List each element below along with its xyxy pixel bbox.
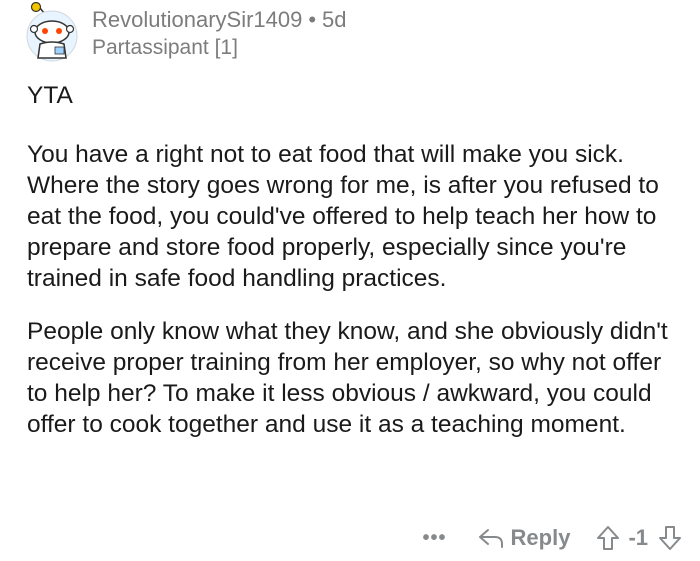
comment-age: 5d [322,7,347,32]
author-line: RevolutionarySir1409 • 5d [92,6,347,34]
vote-controls: -1 [596,525,682,551]
vote-score: -1 [628,525,648,550]
reply-arrow-icon [478,529,503,548]
snoo-avatar-icon [26,1,78,62]
comment-actions: ••• Reply -1 [423,520,683,556]
more-options-icon[interactable]: ••• [423,527,447,550]
comment-paragraph: YTA [27,82,73,109]
comment-paragraph: You have a right not to eat food that wi… [27,141,659,292]
comment-body: YTA You have a right not to eat food tha… [27,80,677,462]
comment-meta: RevolutionarySir1409 • 5d Partassipant [1] [92,6,347,62]
avatar[interactable] [20,1,80,62]
comment-header: RevolutionarySir1409 • 5d Partassipant [1] [20,1,680,64]
meta-separator: • [308,7,317,32]
downvote-arrow-icon[interactable] [658,525,682,551]
user-flair: Partassipant [1] [92,36,238,59]
upvote-arrow-icon[interactable] [596,525,620,551]
reply-label: Reply [510,525,571,550]
comment-paragraph: People only know what they know, and she… [27,318,668,438]
author-username[interactable]: RevolutionarySir1409 [92,7,302,32]
reply-button[interactable]: Reply [477,525,571,551]
